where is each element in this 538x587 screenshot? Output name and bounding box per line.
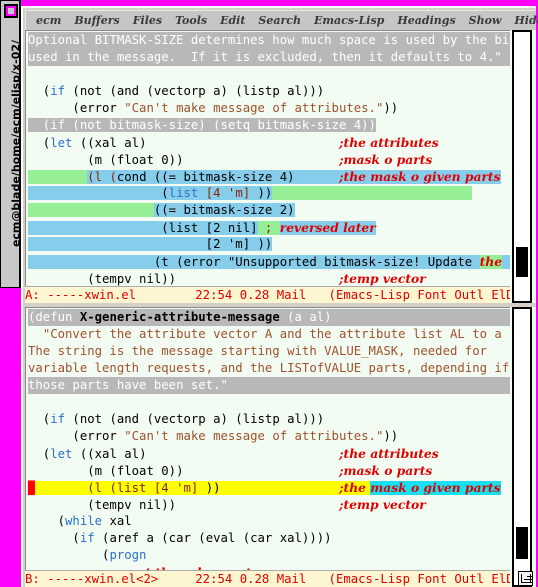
scrollbar-a[interactable]	[512, 30, 532, 303]
menu-item-ecm[interactable]: ecm	[36, 14, 61, 27]
code-line: (t (error "Unsupported bitmask-size! Upd…	[28, 253, 510, 270]
code-line: (m (float 0)) ;mask o parts	[28, 152, 433, 167]
menu-item-buffers[interactable]: Buffers	[74, 14, 119, 27]
emacs-frame: ecm Buffers Files Tools Edit Search Emac…	[21, 6, 538, 587]
code-line: "Convert the attribute vector A and the …	[42, 327, 510, 341]
code-line: variable length requests, and the LISTof…	[28, 361, 510, 375]
code-line: (defun X-generic-attribute-message (a al…	[28, 309, 510, 326]
menu-item-emacs-lisp[interactable]: Emacs-Lisp	[314, 14, 384, 27]
code-line: █ (l (list [4 'm] )) ;the mask o given p…	[28, 480, 501, 495]
editor-window-b: (defun X-generic-attribute-message (a al…	[25, 307, 536, 587]
mode-line-b: B: -----xwin.el<2> 22:54 0.28 Mail (Emac…	[25, 570, 510, 587]
buffer-text-a[interactable]: Optional BITMASK-SIZE determines how muc…	[25, 30, 510, 286]
code-line: (list [4 'm] ))	[28, 185, 510, 202]
code-line: (progn	[28, 548, 147, 562]
code-line: (while xal	[28, 514, 132, 528]
menu-item-show[interactable]: Show	[469, 14, 502, 27]
code-line: (if (not (and (vectorp a) (listp al)))	[28, 412, 325, 426]
scrollbar-b[interactable]	[512, 307, 532, 587]
menu-item-headings[interactable]: Headings	[397, 14, 455, 27]
code-line: (list [2 nil] ; reversed later	[28, 220, 376, 235]
code-line: (let ((xal al) ;the attributes	[28, 446, 439, 461]
code-line: (if (not (and (vectorp a) (listp al)))	[28, 84, 325, 98]
menu-bar: ecm Buffers Files Tools Edit Search Emac…	[25, 10, 538, 30]
screen: ecm@blade/home/ecm/elisp/x-02/ ecm Buffe…	[0, 0, 538, 587]
menu-item-hide[interactable]: Hide	[514, 14, 538, 27]
code-line: (error "Can't make message of attributes…	[28, 429, 399, 443]
menu-item-edit[interactable]: Edit	[220, 14, 245, 27]
menu-item-search[interactable]: Search	[258, 14, 301, 27]
code-line: [2 'm] ))	[28, 237, 273, 251]
window-title-bar-vertical[interactable]: ecm@blade/home/ecm/elisp/x-02/	[0, 0, 23, 288]
scrollbar-thumb-b[interactable]	[516, 527, 528, 559]
scrollbar-thumb-a[interactable]	[516, 247, 528, 277]
mode-line-a: A: -----xwin.el 22:54 0.28 Mail (Emacs-L…	[25, 286, 510, 303]
code-line: (m (float 0)) ;mask o parts	[28, 463, 433, 478]
code-line: ((= bitmask-size 2)	[28, 202, 510, 219]
code-line: The string is the message starting with …	[28, 344, 488, 358]
code-line: (error "Can't make message of attributes…	[28, 101, 399, 115]
code-line: (l (cond ((= bitmask-size 4) ;the mask o…	[28, 168, 510, 185]
editor-window-a: Optional BITMASK-SIZE determines how muc…	[25, 30, 536, 303]
window-box-icon[interactable]	[4, 4, 18, 18]
code-line: (tempv nil)) ;temp vector	[28, 497, 426, 512]
code-line: (if (aref a (car (eval (car xal))))	[28, 531, 332, 545]
resize-grip-icon[interactable]	[518, 571, 533, 586]
code-line: (let ((xal al) ;the attributes	[28, 135, 439, 150]
code-line: (tempv nil)) ;temp vector	[28, 271, 426, 286]
code-line: those parts have been set."	[28, 377, 510, 394]
buffer-text-b[interactable]: (defun X-generic-attribute-message (a al…	[25, 307, 510, 570]
menu-item-files[interactable]: Files	[133, 14, 162, 27]
menu-item-tools[interactable]: Tools	[175, 14, 207, 27]
code-line: used in the message. If it is excluded, …	[28, 49, 510, 66]
code-line: Optional BITMASK-SIZE determines how muc…	[28, 32, 510, 49]
code-line: (if (not bitmask-size) (setq bitmask-siz…	[28, 118, 376, 132]
